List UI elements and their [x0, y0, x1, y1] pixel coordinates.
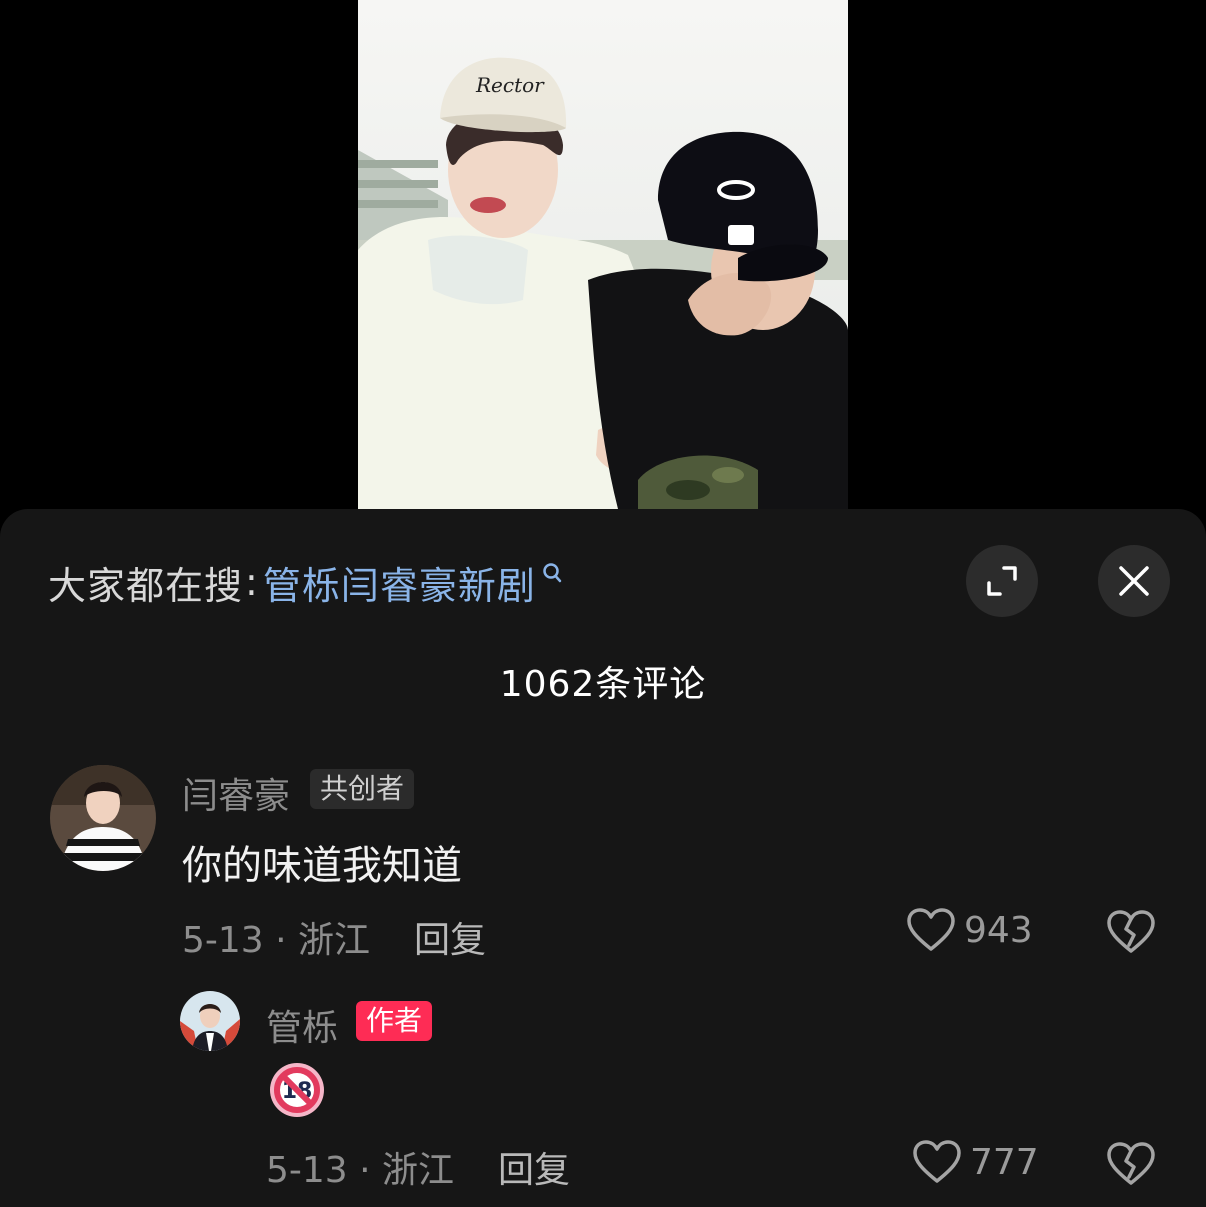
svg-text:Rector: Rector [475, 73, 545, 97]
comment-meta: 5-13 · 浙江 [182, 920, 371, 961]
avatar[interactable] [50, 765, 156, 871]
search-separator: : [245, 560, 259, 604]
expand-icon [987, 566, 1017, 596]
heart-icon [907, 908, 955, 951]
dislike-button[interactable] [1106, 909, 1156, 959]
like-count: 777 [970, 1141, 1039, 1183]
author-badge: 作者 [356, 1001, 433, 1041]
heart-icon [913, 1140, 961, 1183]
like-count: 943 [964, 909, 1033, 951]
dislike-button[interactable] [1106, 1141, 1156, 1191]
search-icon [542, 553, 564, 597]
comment-count-title: 1062条评论 [499, 664, 707, 705]
video-player[interactable]: Rector [358, 0, 848, 509]
search-suggestion[interactable]: 大家都在搜 : 管栎闫睿豪新剧 [48, 555, 564, 610]
comment-text: 你的味道我知道 [182, 843, 462, 889]
close-button[interactable] [1098, 545, 1170, 617]
reply-meta: 5-13 · 浙江 [266, 1150, 455, 1191]
like-button[interactable]: 943 [906, 907, 1033, 953]
avatar[interactable] [180, 991, 240, 1051]
expand-button[interactable] [966, 545, 1038, 617]
search-term-link[interactable]: 管栎闫睿豪新剧 [263, 555, 536, 610]
broken-heart-icon [1107, 1142, 1155, 1185]
co-creator-badge: 共创者 [310, 769, 415, 809]
like-button[interactable]: 777 [912, 1139, 1039, 1185]
broken-heart-icon [1107, 910, 1155, 953]
search-prefix: 大家都在搜 [48, 563, 244, 608]
comment-username[interactable]: 闫睿豪 [182, 767, 290, 819]
reply-username[interactable]: 管栎 [266, 999, 338, 1051]
comment-sheet: 大家都在搜 : 管栎闫睿豪新剧 1062条评论 闫睿豪 共创者 你的味道我知道 … [0, 509, 1206, 1207]
reply-button[interactable]: 回复 [414, 911, 486, 963]
no-under-18-icon: 18 [268, 1061, 326, 1123]
close-icon [1119, 566, 1149, 596]
reply-button[interactable]: 回复 [498, 1141, 570, 1193]
video-frame: Rector [358, 0, 848, 509]
